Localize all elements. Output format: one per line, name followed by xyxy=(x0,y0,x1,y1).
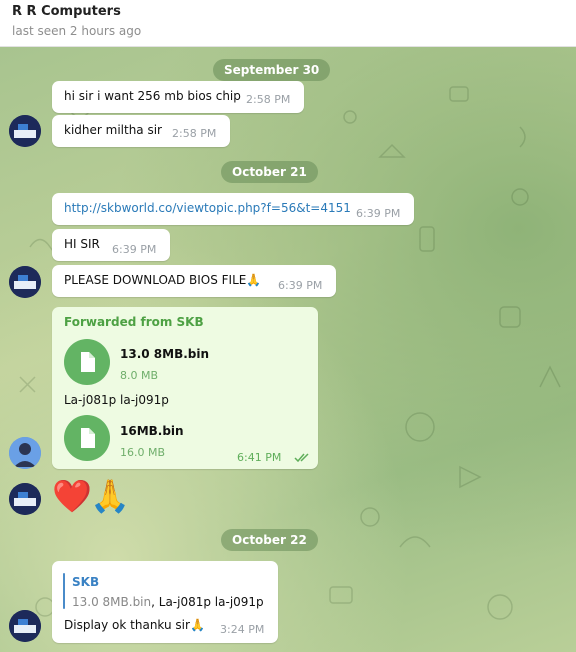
message-bubble[interactable]: PLEASE DOWNLOAD BIOS FILE🙏 6:39 PM xyxy=(52,265,336,297)
message-text-content: PLEASE DOWNLOAD BIOS FILE xyxy=(64,273,247,287)
avatar[interactable] xyxy=(9,115,41,147)
date-separator: October 21 xyxy=(221,161,318,183)
message-time: 6:41 PM xyxy=(237,451,282,464)
heart-emoji: ❤️ xyxy=(52,477,92,515)
avatar-image xyxy=(9,266,41,298)
message-time: 3:24 PM xyxy=(220,623,265,636)
reply-separator: , xyxy=(151,595,159,609)
document-icon xyxy=(81,352,95,372)
reply-quote-bar xyxy=(63,573,65,609)
message-text: Display ok thanku sir🙏 xyxy=(64,618,205,632)
date-separator: October 22 xyxy=(221,529,318,551)
reply-file-name: 13.0 8MB.bin xyxy=(72,595,152,609)
forwarded-message-bubble[interactable]: Forwarded from SKB 13.0 8MB.bin 8.0 MB L… xyxy=(52,307,318,469)
chat-title: R R Computers xyxy=(12,4,121,19)
file-name[interactable]: 16MB.bin xyxy=(120,424,184,438)
message-text: hi sir i want 256 mb bios chip xyxy=(64,89,241,103)
document-icon xyxy=(81,428,95,448)
message-area[interactable]: September 30 hi sir i want 256 mb bios c… xyxy=(0,47,576,652)
reply-sender[interactable]: SKB xyxy=(72,575,99,589)
file-size: 8.0 MB xyxy=(120,369,159,382)
avatar[interactable] xyxy=(9,266,41,298)
date-separator: September 30 xyxy=(213,59,331,81)
message-time: 6:39 PM xyxy=(112,243,157,256)
avatar[interactable] xyxy=(9,610,41,642)
forwarded-label[interactable]: Forwarded from SKB xyxy=(64,315,204,329)
message-time: 2:58 PM xyxy=(172,127,217,140)
chat-header[interactable]: R R Computers last seen 2 hours ago xyxy=(0,0,576,47)
message-text: PLEASE DOWNLOAD BIOS FILE🙏 xyxy=(64,273,261,287)
avatar-image xyxy=(9,437,41,469)
message-bubble[interactable]: kidher miltha sir 2:58 PM xyxy=(52,115,230,147)
message-bubble[interactable]: hi sir i want 256 mb bios chip 2:58 PM xyxy=(52,81,304,113)
message-bubble[interactable]: SKB 13.0 8MB.bin, La-j081p la-j091p Disp… xyxy=(52,561,278,643)
file-download-icon[interactable] xyxy=(64,339,110,385)
file-size: 16.0 MB xyxy=(120,446,166,459)
message-bubble[interactable]: HI SIR 6:39 PM xyxy=(52,229,170,261)
folded-hands-emoji: 🙏 xyxy=(90,477,130,515)
message-time: 6:39 PM xyxy=(278,279,323,292)
file-caption: La-j081p la-j091p xyxy=(64,393,169,407)
file-download-icon[interactable] xyxy=(64,415,110,461)
message-bubble[interactable]: http://skbworld.co/viewtopic.php?f=56&t=… xyxy=(52,193,414,225)
reply-preview[interactable]: 13.0 8MB.bin, La-j081p la-j091p xyxy=(72,595,264,609)
folded-hands-emoji: 🙏 xyxy=(189,618,205,632)
last-seen-status: last seen 2 hours ago xyxy=(12,24,142,38)
message-time: 2:58 PM xyxy=(246,93,291,106)
message-text: kidher miltha sir xyxy=(64,123,162,137)
avatar[interactable] xyxy=(9,483,41,515)
folded-hands-emoji: 🙏 xyxy=(246,273,262,287)
avatar-image xyxy=(9,610,41,642)
avatar-image xyxy=(9,483,41,515)
message-text-content: Display ok thanku sir xyxy=(64,618,190,632)
file-name[interactable]: 13.0 8MB.bin xyxy=(120,347,209,361)
double-check-icon xyxy=(294,453,309,463)
avatar[interactable] xyxy=(9,437,41,469)
avatar-image xyxy=(9,115,41,147)
message-text: HI SIR xyxy=(64,237,100,251)
message-time: 6:39 PM xyxy=(356,207,401,220)
message-link[interactable]: http://skbworld.co/viewtopic.php?f=56&t=… xyxy=(64,201,351,215)
reply-caption: La-j081p la-j091p xyxy=(158,595,264,609)
